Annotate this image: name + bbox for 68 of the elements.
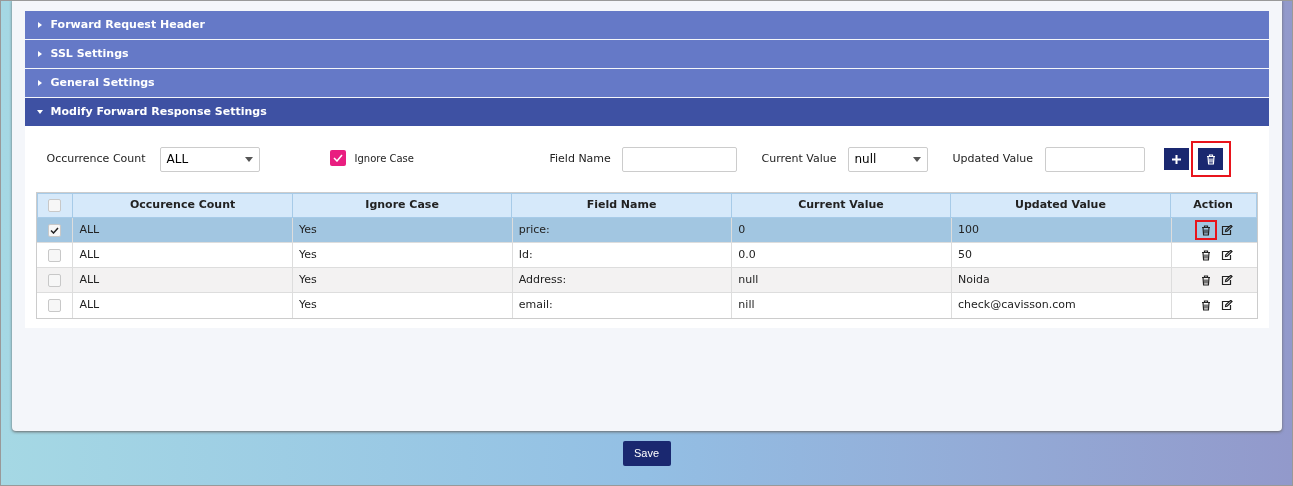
table-cell-text: 0.0 [738, 246, 756, 263]
field-label: Occurrence Count [46, 150, 147, 167]
dropdown-caret-icon [244, 156, 253, 162]
caret-right-icon [36, 51, 43, 57]
table-cell: Yes [299, 297, 317, 314]
table-cell-text: Address: [518, 271, 567, 288]
table-cell: ALL [79, 297, 100, 314]
table-cell-text: Yes [299, 271, 317, 288]
caret-right-icon [36, 22, 43, 28]
table-cell-text: Noida [958, 271, 990, 288]
delete-icon[interactable] [1201, 224, 1212, 236]
table-cell: check@cavisson.com [958, 297, 1076, 314]
table-row[interactable]: ALL Yes Address: null Noida [36, 268, 1257, 293]
column-header: Field Name [586, 197, 657, 214]
row-checkbox[interactable] [47, 248, 61, 262]
field-label: Current Value [761, 150, 838, 167]
table-cell-text: ALL [79, 271, 100, 288]
edit-icon[interactable] [1221, 274, 1234, 286]
column-header: Occurence Count [129, 197, 236, 214]
accordion-header[interactable]: SSL Settings [24, 40, 1269, 68]
delete-icon[interactable] [1201, 300, 1212, 311]
table-cell-text: Yes [299, 246, 317, 263]
add-button[interactable] [1163, 148, 1189, 170]
table-cell-text: null [738, 271, 759, 288]
column-header: Ignore Case [365, 197, 439, 214]
field-label: Updated Value [952, 150, 1035, 167]
plus-icon [1171, 154, 1181, 164]
edit-icon[interactable] [1221, 224, 1234, 236]
table-cell-text: price: [518, 221, 550, 238]
row-checkbox[interactable] [47, 273, 61, 287]
accordion-header[interactable]: General Settings [24, 69, 1269, 97]
table-cell-text: 100 [958, 221, 979, 238]
row-checkbox[interactable] [47, 299, 61, 312]
updated-value-input[interactable] [1044, 146, 1145, 172]
table-cell-text: 50 [958, 246, 972, 263]
checkmark-icon [49, 226, 59, 234]
table-cell: nill [738, 297, 755, 314]
save-button[interactable]: Save [622, 441, 671, 466]
delete-icon[interactable] [1201, 249, 1212, 261]
occurrence-select[interactable]: ALL [159, 146, 260, 172]
caret-down-icon [36, 109, 43, 115]
column-header: Current Value [798, 197, 884, 214]
table-row[interactable]: ALL Yes Id: 0.0 50 [36, 243, 1257, 268]
field-name-input[interactable] [621, 146, 737, 172]
checkmark-icon [332, 154, 343, 162]
ignore-case-checkbox[interactable] [329, 150, 346, 166]
delete-icon[interactable] [1201, 274, 1212, 286]
column-header: Updated Value [1015, 197, 1106, 214]
edit-icon[interactable] [1221, 249, 1234, 261]
table-cell-text: Id: [518, 246, 533, 263]
dropdown-caret-icon [912, 156, 921, 162]
column-header: Action [1193, 197, 1233, 214]
checkbox-label: Ignore Case [354, 151, 414, 166]
select-all-checkbox[interactable] [48, 199, 62, 212]
field-label: Field Name [549, 150, 612, 167]
table-cell: email: [518, 297, 553, 314]
table-cell-text: 0 [738, 221, 746, 238]
current-value-select[interactable]: null [847, 146, 928, 172]
row-checkbox[interactable] [47, 223, 61, 237]
accordion-header[interactable]: Forward Request Header [24, 11, 1269, 39]
delete-button[interactable] [1198, 148, 1223, 170]
caret-right-icon [36, 80, 43, 86]
accordion-header[interactable]: Modify Forward Response Settings [24, 98, 1269, 126]
table-cell-text: Yes [299, 221, 317, 238]
table-cell-text: ALL [79, 221, 100, 238]
table-row[interactable]: ALL Yes price: 0 100 [36, 218, 1257, 243]
table-cell-text: ALL [79, 246, 100, 263]
edit-icon[interactable] [1221, 300, 1234, 311]
